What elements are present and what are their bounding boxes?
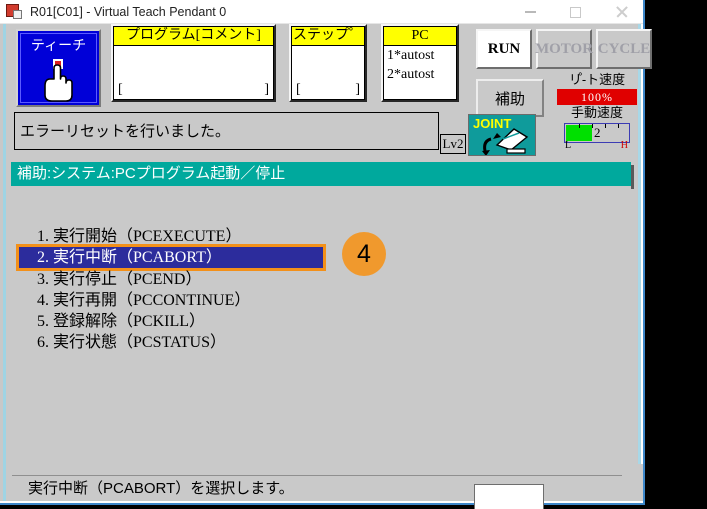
gauge-high-label: H: [620, 140, 628, 151]
step-tile[interactable]: ステップ゜ [ ]: [289, 24, 367, 102]
step-tile-header: ステップ゜: [292, 27, 364, 46]
program-left-bracket: [: [118, 82, 123, 97]
menu-item-4[interactable]: 4. 実行再開（PCCONTINUE）: [19, 290, 323, 311]
window-titlebar: R01[C01] - Virtual Teach Pendant 0: [0, 0, 643, 24]
pc-tile[interactable]: PC 1*autost 2*autost: [381, 24, 459, 102]
menu-item-3[interactable]: 3. 実行停止（PCEND）: [19, 269, 323, 290]
repeat-speed-value: 100%: [557, 89, 637, 105]
program-tile-header: プログラム[コメント]: [114, 27, 273, 46]
footer-input[interactable]: [474, 484, 544, 509]
step-tile-body: [ ]: [292, 46, 364, 99]
menu-item-2[interactable]: 2. 実行中断（PCABORT）: [16, 244, 326, 271]
step-tile-inner: ステップ゜ [ ]: [291, 26, 365, 100]
pc-line-1: 1*autost: [387, 48, 435, 63]
annotation-badge: 4: [342, 232, 386, 276]
window-controls: [508, 0, 643, 24]
gauge-scale-labels: L H: [564, 140, 630, 155]
pc-line-2: 2*autost: [387, 67, 435, 82]
maximize-icon: [570, 6, 581, 18]
close-button[interactable]: [598, 0, 643, 24]
menu-header-shadow: [631, 165, 634, 189]
close-icon: [615, 6, 627, 18]
cycle-button[interactable]: CYCLE: [596, 29, 652, 69]
speed-panel: リ゚-ト速度 100% 手動速度 2 L H: [552, 72, 642, 155]
manual-speed-label: 手動速度: [570, 105, 623, 120]
teach-pendant-panel: ティーチ プログラム[コメント] [ ] ステップ゜ [] PC 1*auto…: [3, 24, 652, 509]
program-tile[interactable]: プログラム[コメント] [ ]: [111, 24, 276, 102]
pointing-hand-icon: [43, 59, 73, 102]
step-left-bracket: [: [296, 82, 301, 97]
screen: R01[C01] - Virtual Teach Pendant 0 ティーチ: [0, 0, 707, 509]
teach-pendant-body: ティーチ プログラム[コメント] [ ] ステップ゜ [] PC 1*auto…: [0, 24, 652, 509]
teach-mode-indicator[interactable]: ティーチ: [16, 29, 101, 107]
gauge-low-label: L: [565, 140, 572, 151]
maximize-button[interactable]: [553, 0, 598, 24]
menu-item-1[interactable]: 1. 実行開始（PCEXECUTE）: [19, 226, 323, 247]
menu-item-5[interactable]: 5. 登録解除（PCKILL）: [19, 311, 323, 332]
footer-message: 実行中断（PCABORT）を選択します。: [28, 480, 294, 497]
level-indicator: Lv2: [440, 134, 466, 154]
pc-tile-body: 1*autost 2*autost: [384, 46, 456, 99]
step-right-bracket: ]: [355, 82, 360, 97]
program-tile-body: [ ]: [114, 46, 273, 99]
pc-tile-header: PC: [384, 27, 456, 46]
menu-header: 補助:システム:PCプログラム起動／停止: [11, 162, 631, 186]
minimize-button[interactable]: [508, 0, 553, 24]
teach-label: ティーチ: [30, 37, 87, 53]
repeat-speed-label: リ゚-ト速度: [568, 72, 626, 87]
joint-mode-indicator[interactable]: JOINT: [468, 114, 536, 156]
motor-button[interactable]: MOTOR: [535, 29, 593, 69]
window-title: R01[C01] - Virtual Teach Pendant 0: [30, 4, 227, 19]
menu-item-6[interactable]: 6. 実行状態（PCSTATUS）: [19, 332, 323, 353]
manual-speed-value: 2: [594, 125, 601, 140]
minimize-icon: [525, 11, 536, 13]
status-message-bar: エラーリセットを行いました。: [14, 112, 439, 150]
robot-arm-icon: [482, 128, 529, 155]
menu-list: 1. 実行開始（PCEXECUTE） 2. 実行中断（PCABORT） 3. 実…: [11, 190, 634, 458]
run-button[interactable]: RUN: [476, 29, 532, 69]
program-tile-inner: プログラム[コメント] [ ]: [113, 26, 274, 100]
aux-button[interactable]: 補助: [476, 79, 544, 117]
pc-tile-inner: PC 1*autost 2*autost: [383, 26, 457, 100]
application-window: R01[C01] - Virtual Teach Pendant 0 ティーチ: [0, 0, 652, 509]
program-right-bracket: ]: [264, 82, 269, 97]
app-icon: [4, 2, 24, 22]
